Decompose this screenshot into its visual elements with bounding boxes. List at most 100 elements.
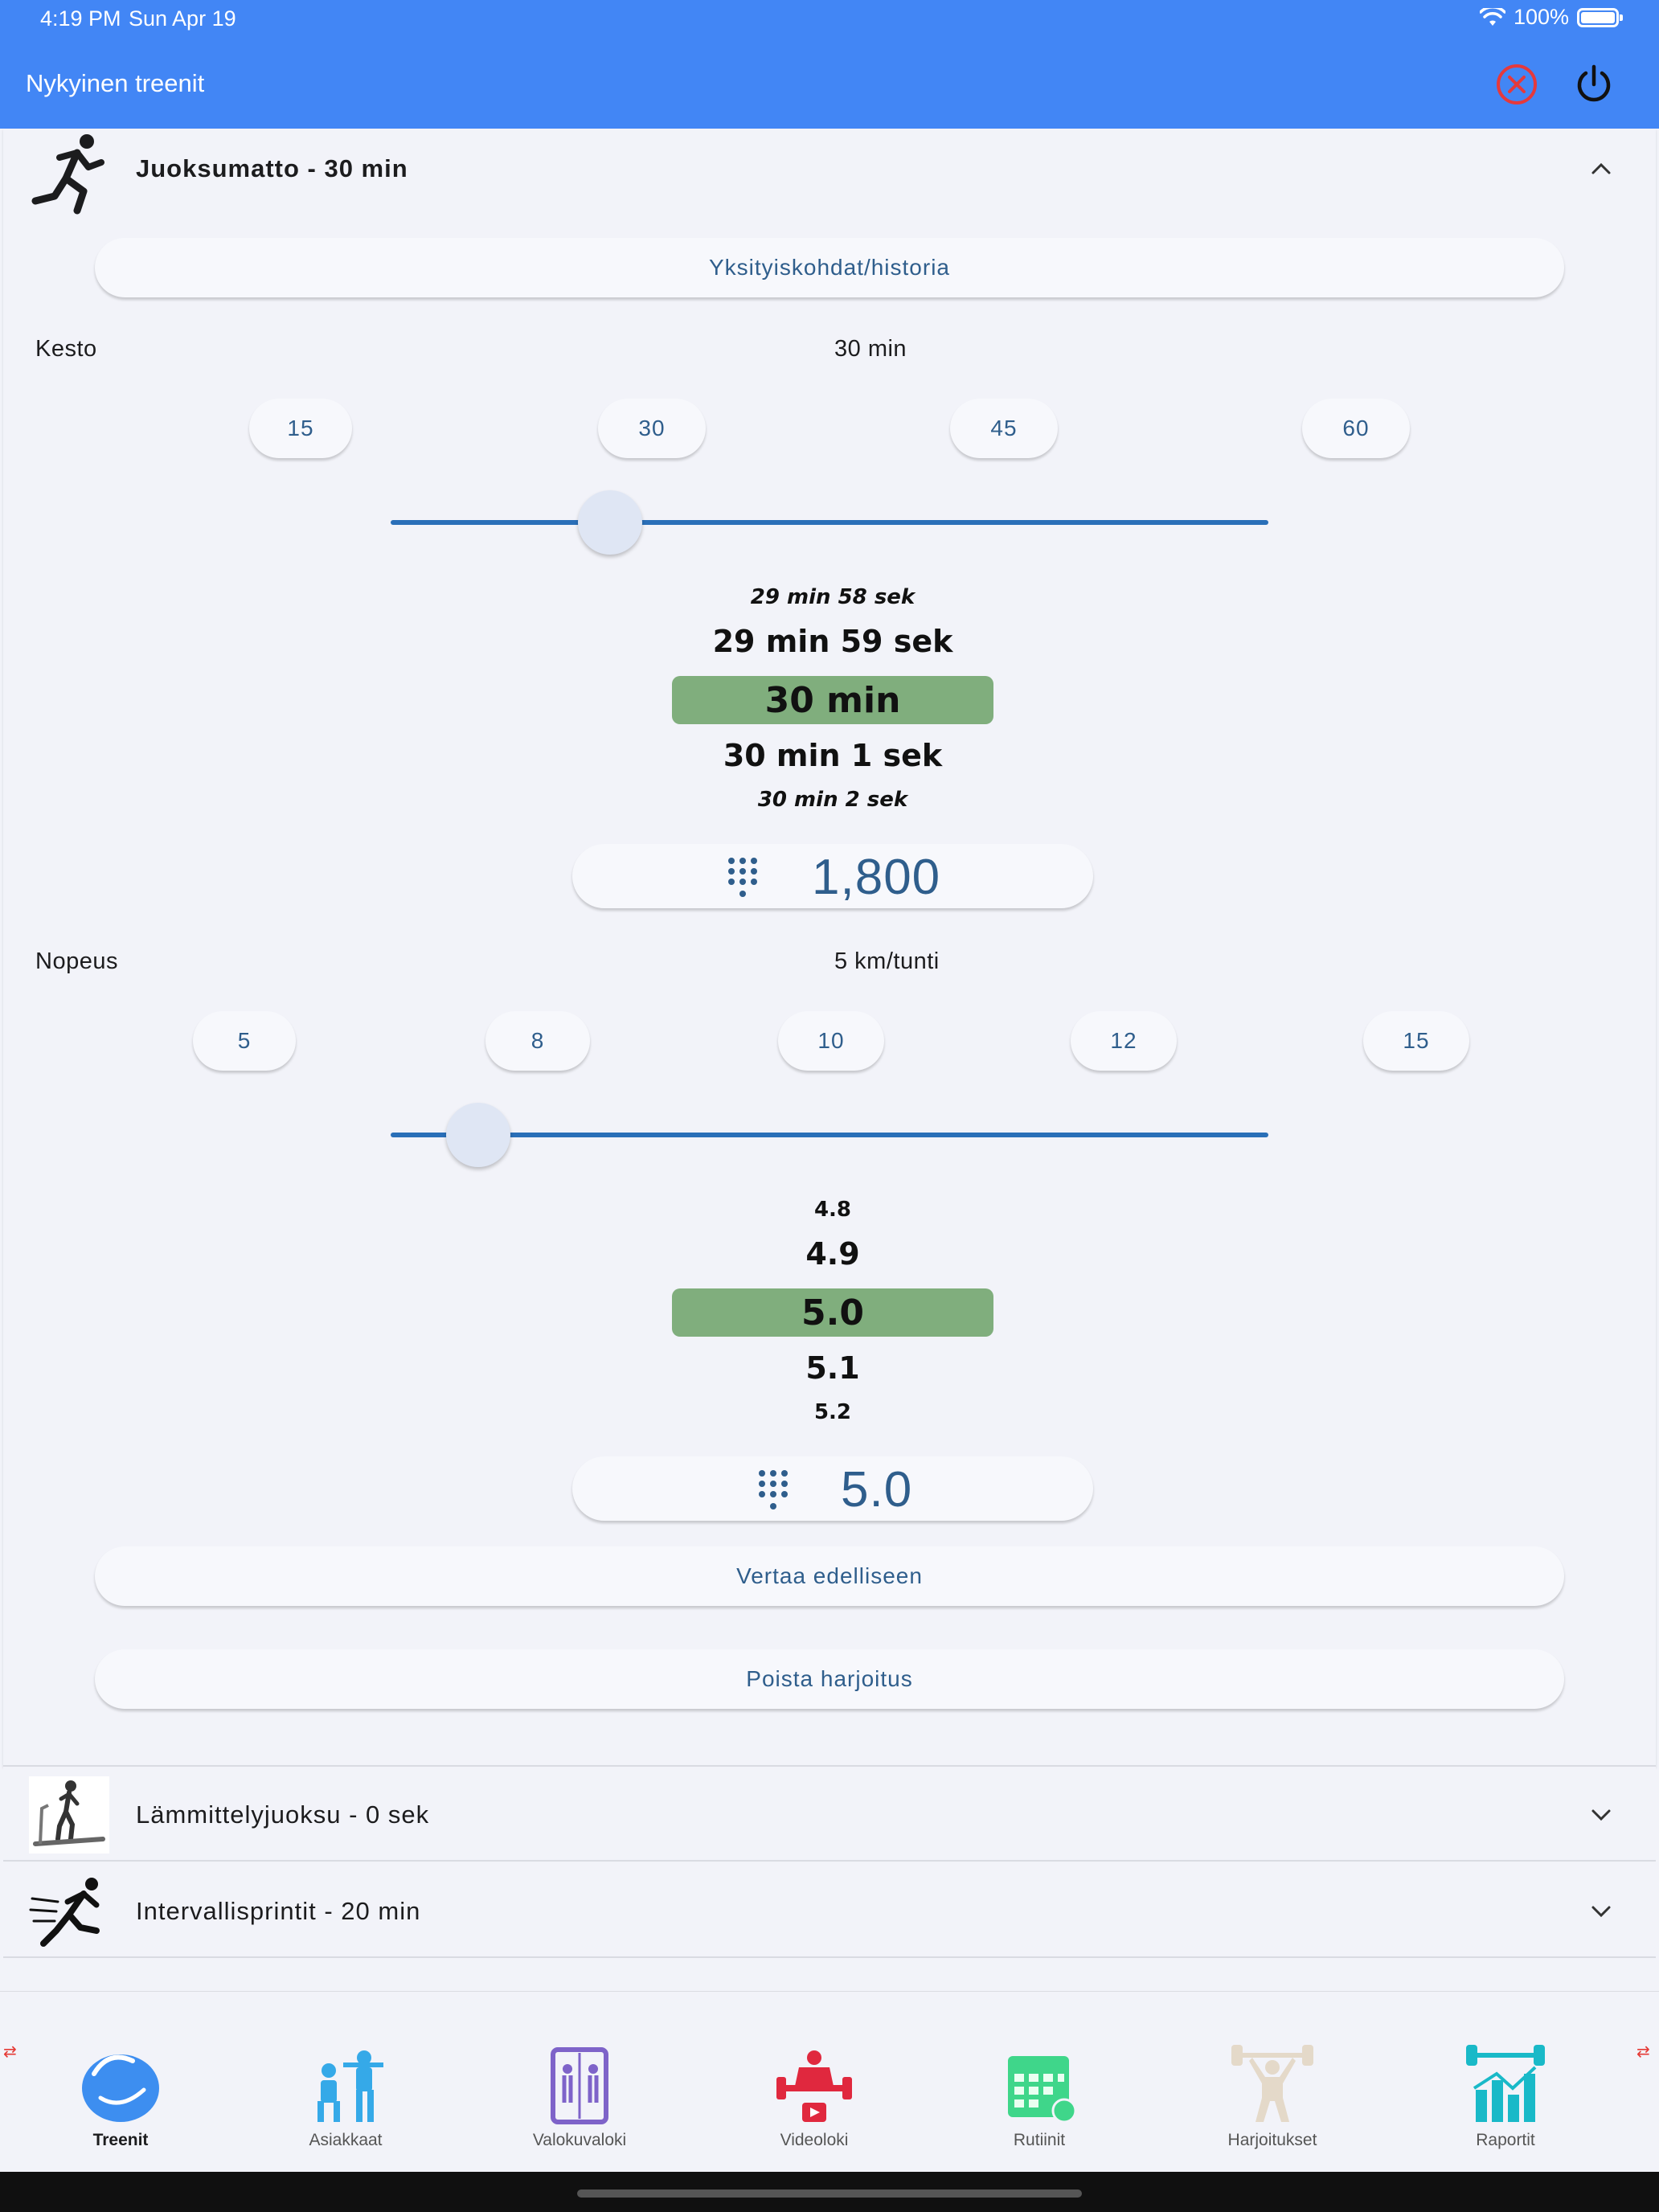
chevron-down-icon: [1591, 1809, 1611, 1821]
preset-label: 45: [990, 416, 1018, 440]
collapse-button[interactable]: [1587, 154, 1616, 183]
speed-slider-thumb[interactable]: [446, 1103, 510, 1167]
nav-tab-rutiinit[interactable]: Rutiinit: [959, 2042, 1120, 2150]
speed-number-input[interactable]: 5.0: [572, 1456, 1093, 1521]
treadmill-icon: [33, 1780, 105, 1846]
preset-label: 5: [237, 1028, 252, 1053]
preset-label: 15: [1403, 1028, 1430, 1053]
duration-input-value: 1,800: [812, 850, 941, 905]
preset-label: 30: [638, 416, 666, 440]
duration-wheel-selected[interactable]: 30 min: [672, 680, 993, 721]
duration-wheel-item[interactable]: 30 min 1 sek: [672, 738, 993, 773]
delete-exercise-label: Poista harjoitus: [746, 1666, 913, 1691]
chevron-up-icon: [1591, 162, 1611, 174]
details-history-button[interactable]: Yksityiskohdat/historia: [95, 238, 1564, 297]
speed-wheel-item[interactable]: 5.2: [672, 1400, 993, 1424]
duration-wheel-item[interactable]: 30 min 2 sek: [672, 788, 993, 812]
chevron-down-icon: [1591, 1906, 1611, 1918]
speed-preset-12[interactable]: 12: [1071, 1011, 1177, 1071]
speed-value: 5 km/tunti: [834, 948, 940, 974]
calendar-icon: [1008, 2056, 1077, 2124]
exercise-title: Intervallisprintit - 20 min: [136, 1897, 421, 1925]
muscle-icon: [82, 2054, 159, 2122]
nav-tab-raportit[interactable]: Raportit: [1425, 2042, 1586, 2150]
delete-exercise-button[interactable]: Poista harjoitus: [95, 1649, 1564, 1709]
nav-label: Asiakkaat: [309, 2131, 383, 2149]
nav-label: Raportit: [1476, 2131, 1535, 2149]
cancel-workout-button[interactable]: [1489, 56, 1545, 113]
battery-icon: [1577, 7, 1623, 27]
speed-preset-10[interactable]: 10: [778, 1011, 884, 1071]
sprinter-icon: [29, 1878, 100, 1947]
nav-tab-asiakkaat[interactable]: Asiakkaat: [265, 2042, 426, 2150]
duration-wheel-item[interactable]: 29 min 58 sek: [672, 585, 993, 609]
nav-label: Rutiinit: [1013, 2131, 1066, 2149]
details-history-label: Yksityiskohdat/historia: [708, 255, 950, 280]
duration-label: Kesto: [35, 336, 97, 362]
nav-label: Videoloki: [780, 2131, 849, 2149]
preset-label: 15: [287, 416, 314, 440]
speed-slider-track[interactable]: [391, 1133, 1268, 1137]
exercise-card-collapsed[interactable]: Intervallisprintit - 20 min: [3, 1863, 1656, 1958]
nav-label: Valokuvaloki: [532, 2131, 627, 2149]
speed-preset-8[interactable]: 8: [485, 1011, 590, 1071]
power-button[interactable]: [1566, 56, 1622, 113]
exercise-card-expanded: Juoksumatto - 30 min Yksityiskohdat/hist…: [3, 129, 1656, 1767]
page-title: Nykyinen treenit: [26, 69, 205, 97]
preset-label: 8: [530, 1028, 545, 1053]
nav-tab-valokuvaloki[interactable]: Valokuvaloki: [499, 2042, 660, 2150]
exercise-title: Juoksumatto - 30 min: [136, 154, 408, 182]
exercise-title: Lämmittelyjuoksu - 0 sek: [136, 1800, 430, 1829]
nav-label: Harjoitukset: [1227, 2131, 1317, 2149]
photo-log-icon: [551, 2047, 608, 2124]
duration-preset-60[interactable]: 60: [1302, 399, 1410, 458]
exercise-card-collapsed[interactable]: Lämmittelyjuoksu - 0 sek: [3, 1767, 1656, 1862]
compare-previous-label: Vertaa edelliseen: [736, 1563, 923, 1588]
expand-button[interactable]: [1587, 1800, 1616, 1829]
status-date: Sun Apr 19: [129, 6, 236, 31]
preset-label: 10: [817, 1028, 845, 1053]
speed-input-value: 5.0: [841, 1462, 913, 1518]
speed-wheel-item[interactable]: 4.8: [672, 1198, 993, 1222]
treadmill-thumbnail: [29, 1776, 109, 1854]
keypad-icon: [728, 858, 757, 897]
weightlifter-icon: [1231, 2045, 1313, 2122]
speed-wheel-selected[interactable]: 5.0: [672, 1292, 993, 1333]
speed-wheel-item[interactable]: 4.9: [672, 1236, 993, 1272]
nav-tab-harjoitukset[interactable]: Harjoitukset: [1192, 2042, 1353, 2150]
compare-previous-button[interactable]: Vertaa edelliseen: [95, 1546, 1564, 1606]
duration-preset-30[interactable]: 30: [598, 399, 706, 458]
duration-preset-45[interactable]: 45: [950, 399, 1058, 458]
speed-label: Nopeus: [35, 948, 118, 974]
duration-slider-track[interactable]: [391, 520, 1268, 525]
preset-label: 60: [1342, 416, 1370, 440]
nav-tab-videoloki[interactable]: Videoloki: [734, 2042, 895, 2150]
scroll-right-icon[interactable]: ⇄: [1636, 2042, 1650, 2062]
speed-preset-15[interactable]: 15: [1363, 1011, 1469, 1071]
status-time: 4:19 PM: [40, 6, 121, 31]
duration-slider-thumb[interactable]: [578, 490, 642, 555]
nav-tab-treenit[interactable]: Treenit: [40, 2042, 201, 2150]
battery-percent: 100%: [1513, 5, 1569, 29]
duration-number-input[interactable]: 1,800: [572, 844, 1093, 908]
scroll-left-icon[interactable]: ⇄: [3, 2042, 17, 2062]
duration-wheel-item[interactable]: 29 min 59 sek: [672, 624, 993, 659]
nav-label: Treenit: [92, 2131, 149, 2149]
speed-wheel-item[interactable]: 5.1: [672, 1350, 993, 1386]
duration-preset-15[interactable]: 15: [249, 399, 352, 458]
home-indicator[interactable]: [577, 2189, 1082, 2198]
video-log-icon: [776, 2050, 852, 2122]
expand-button[interactable]: [1587, 1897, 1616, 1926]
preset-label: 12: [1110, 1028, 1137, 1053]
power-icon: [1577, 64, 1611, 102]
status-right: 100%: [1479, 5, 1623, 30]
report-chart-icon: [1466, 2045, 1545, 2122]
clients-icon: [317, 2050, 383, 2122]
app-header: 4:19 PM Sun Apr 19 100% Nykyinen treenit: [0, 0, 1659, 129]
wifi-icon: [1479, 7, 1505, 26]
runner-icon: [31, 134, 104, 215]
close-circle-icon: [1497, 64, 1537, 104]
duration-value: 30 min: [834, 336, 907, 362]
speed-preset-5[interactable]: 5: [193, 1011, 296, 1071]
keypad-icon: [759, 1470, 788, 1509]
